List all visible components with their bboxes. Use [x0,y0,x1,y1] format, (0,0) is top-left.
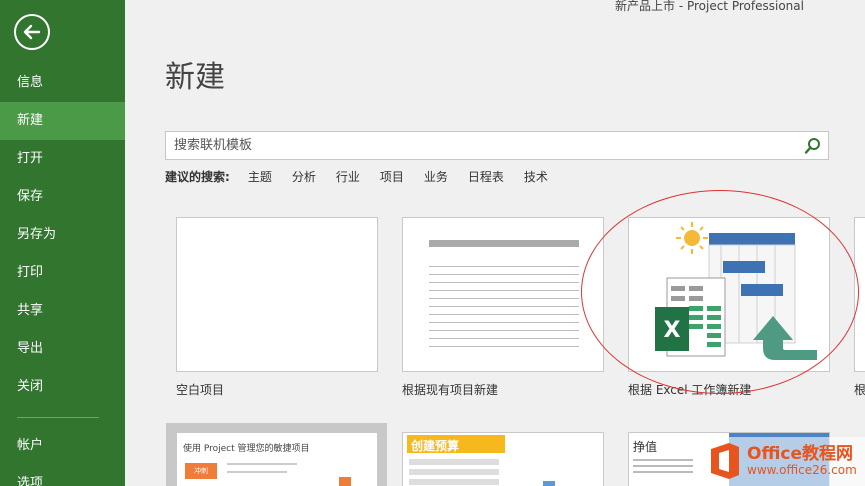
template-search-box [165,131,829,160]
page-title: 新建 [165,60,225,95]
template-agile-title: 使用 Project 管理您的敏捷项目 [183,444,310,454]
sun-icon [676,222,708,254]
backstage-menu: 信息 新建 打开 保存 另存为 打印 共享 导出 关闭 [0,64,125,406]
watermark: Office教程网 www.office26.com [703,437,865,486]
menu-item-share[interactable]: 共享 [0,292,125,330]
back-button[interactable] [14,14,50,50]
watermark-url: www.office26.com [747,463,857,477]
svg-text:X: X [664,318,681,343]
menu-item-close[interactable]: 关闭 [0,368,125,406]
watermark-brand: Office教程网 [747,444,854,464]
template-budget-title: 创建预算 [411,439,460,453]
template-from-excel-workbook[interactable]: X [628,217,830,372]
menu-item-account[interactable]: 帐户 [0,427,125,465]
project-backstage: 信息 新建 打开 保存 另存为 打印 共享 导出 关闭 帐户 选项 新产品上市 … [0,0,865,486]
template-agile-thumb-button: 冲刺 [185,463,217,479]
suggested-searches-label: 建议的搜索: [165,170,230,184]
suggested-tag-schedule[interactable]: 日程表 [468,168,504,185]
suggested-tag-theme[interactable]: 主题 [248,168,272,185]
template-partial[interactable] [854,217,865,372]
menu-item-info[interactable]: 信息 [0,64,125,102]
template-from-existing-project-label: 根据现有项目新建 [402,383,499,397]
window-title: 新产品上市 - Project Professional [615,0,804,13]
office-logo-icon [711,443,739,479]
menu-item-open[interactable]: 打开 [0,140,125,178]
menu-divider [17,417,99,418]
template-agile-project[interactable]: 使用 Project 管理您的敏捷项目 冲刺 [176,432,378,486]
backstage-menu-bottom: 帐户 选项 [0,427,125,486]
menu-item-export[interactable]: 导出 [0,330,125,368]
suggested-tag-analysis[interactable]: 分析 [292,168,316,185]
search-button[interactable] [804,137,822,155]
excel-import-icon: X [655,222,817,360]
suggested-tag-project[interactable]: 项目 [380,168,404,185]
menu-item-options[interactable]: 选项 [0,465,125,486]
template-search-input[interactable] [166,132,796,159]
back-arrow-icon [23,24,41,40]
suggested-tag-technology[interactable]: 技术 [524,168,548,185]
menu-item-save[interactable]: 保存 [0,178,125,216]
template-blank-project[interactable] [176,217,378,372]
template-blank-project-label: 空白项目 [176,383,225,397]
template-earned-value-title: 挣值 [633,440,658,454]
suggested-tag-industry[interactable]: 行业 [336,168,360,185]
template-from-existing-project[interactable] [402,217,604,372]
search-icon [804,138,820,154]
suggested-searches: 建议的搜索: 主题 分析 行业 项目 业务 日程表 技术 [165,168,568,185]
backstage-sidebar: 信息 新建 打开 保存 另存为 打印 共享 导出 关闭 帐户 选项 [0,0,125,486]
menu-item-new[interactable]: 新建 [0,102,125,140]
suggested-tag-business[interactable]: 业务 [424,168,448,185]
template-from-excel-workbook-label: 根据 Excel 工作簿新建 [628,383,752,397]
template-partial-label: 根 [854,383,865,397]
menu-item-print[interactable]: 打印 [0,254,125,292]
template-create-budget[interactable]: 创建预算 [402,432,604,486]
menu-item-save-as[interactable]: 另存为 [0,216,125,254]
